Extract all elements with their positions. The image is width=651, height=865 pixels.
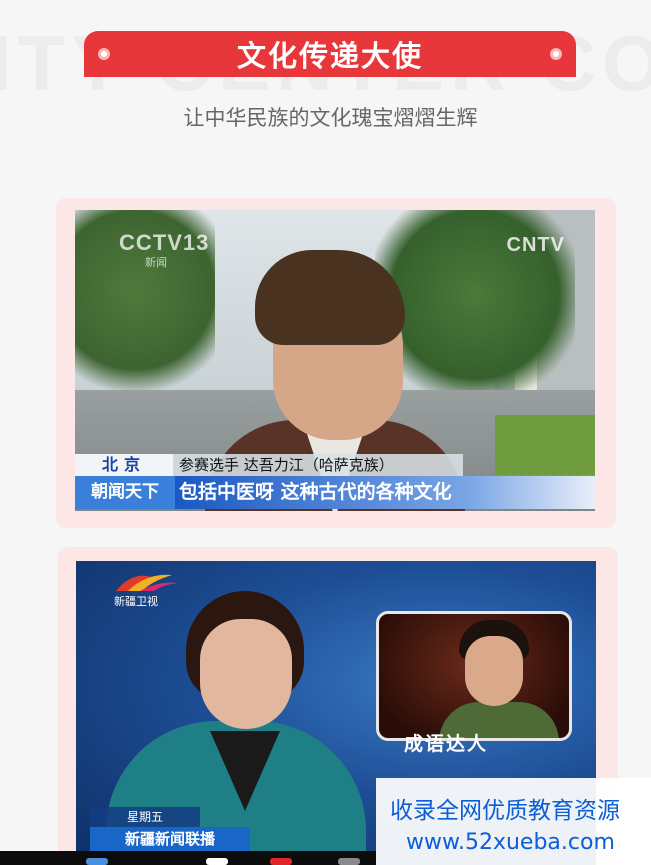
news-screenshot-cctv[interactable]: CCTV13 新闻 CNTV 北京 参赛选手 达吾力江（哈萨克族） 朝闻天下 包… [75, 210, 595, 511]
cctv-logo-subtitle: 新闻 [145, 256, 167, 269]
section-title: 文化传递大使 [236, 39, 423, 73]
bottom-app-icon-1[interactable] [86, 858, 108, 865]
anchor-face [200, 619, 292, 729]
news-lower-third: 北京 参赛选手 达吾力江（哈萨克族） 朝闻天下 包括中医呀 这种古代的各种文化 [75, 454, 595, 511]
inset-video-window [376, 611, 572, 741]
location-caption: 北京 [75, 454, 173, 476]
ticker-day: 星期五 [90, 807, 200, 827]
bottom-app-icon-2[interactable] [206, 858, 228, 865]
section-title-banner: 文化传递大使 [84, 31, 576, 77]
ticker-program: 新疆新闻联播 [90, 827, 250, 851]
cctv-logo: CCTV13 [119, 230, 210, 255]
bottom-app-icon-3[interactable] [270, 858, 292, 865]
inset-caption: 成语达人 [404, 733, 489, 755]
section-subtitle: 让中华民族的文化瑰宝熠熠生辉 [183, 106, 478, 130]
quote-caption: 包括中医呀 这种古代的各种文化 [175, 476, 595, 509]
promo-line-1: 收录全网优质教育资源 [390, 798, 620, 824]
promo-watermark-box[interactable]: 收录全网优质教育资源 www.52xueba.com [376, 778, 651, 865]
inset-person-face [465, 636, 523, 706]
bottom-bar [0, 851, 376, 865]
promo-url[interactable]: www.52xueba.com [406, 830, 615, 855]
cntv-logo: CNTV [506, 234, 565, 256]
interviewee-hair [255, 250, 405, 345]
bottom-app-icon-4[interactable] [338, 858, 360, 865]
banner-dot-right-icon [550, 48, 562, 60]
name-caption: 参赛选手 达吾力江（哈萨克族） [173, 454, 463, 476]
program-caption: 朝闻天下 [75, 476, 175, 509]
banner-dot-left-icon [98, 48, 110, 60]
